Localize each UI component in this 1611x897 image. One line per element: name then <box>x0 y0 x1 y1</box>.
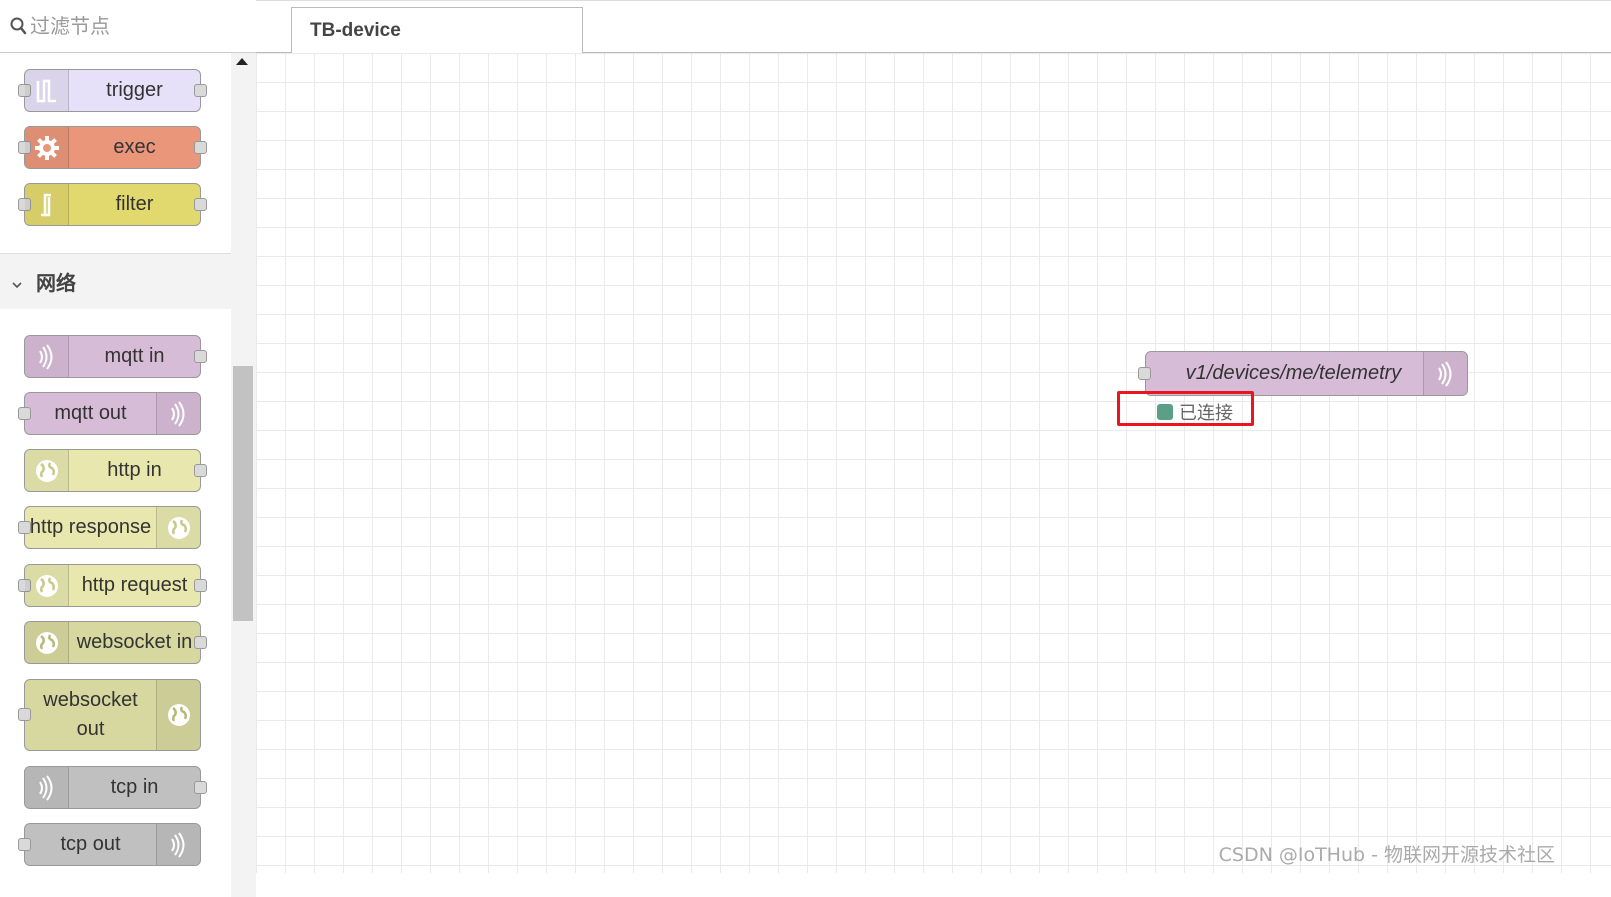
chevron-down-icon <box>12 277 22 288</box>
output-port <box>194 579 207 592</box>
output-port <box>194 636 207 649</box>
palette-node-http-response[interactable]: http response <box>18 506 201 549</box>
palette-node-http-in[interactable]: http in <box>24 449 207 492</box>
node-label-line: websocket <box>43 689 138 711</box>
output-port <box>194 350 207 363</box>
bridge-icon <box>156 393 200 434</box>
palette-node-http-request[interactable]: http request <box>18 564 207 607</box>
palette-node-exec[interactable]: exec <box>18 126 207 169</box>
globe-icon <box>156 507 200 548</box>
output-port <box>194 141 207 154</box>
node-label: http in <box>107 459 162 481</box>
output-port <box>194 84 207 97</box>
bridge-icon <box>156 824 200 865</box>
trigger-icon <box>25 70 69 111</box>
workspace-tab-bar: TB-device <box>256 0 1611 54</box>
palette-node-mqtt-in[interactable]: mqtt in <box>24 335 207 378</box>
search-icon <box>10 16 28 36</box>
palette-node-tcp-in[interactable]: tcp in <box>24 766 207 809</box>
palette-node-websocket-out[interactable]: websocket out <box>18 679 201 751</box>
palette-node-tcp-out[interactable]: tcp out <box>18 823 201 866</box>
bridge-icon <box>25 767 69 808</box>
node-label: exec <box>113 136 156 158</box>
palette-node-websocket-in[interactable]: websocket in <box>24 621 207 664</box>
node-label: http response <box>29 516 152 538</box>
globe-icon <box>156 680 200 750</box>
flow-node-label: v1/devices/me/telemetry <box>1185 362 1402 384</box>
node-label: websocket in <box>76 631 193 653</box>
palette-node-list: trigger exec filter mqtt in mqtt out htt… <box>0 53 256 897</box>
globe-icon <box>25 622 69 663</box>
output-port <box>194 781 207 794</box>
globe-icon <box>25 565 69 606</box>
bridge-icon <box>1423 352 1467 395</box>
node-label: http request <box>81 574 188 596</box>
node-label: tcp in <box>110 776 159 798</box>
node-palette: trigger exec filter mqtt <box>0 0 256 897</box>
node-label: mqtt in <box>104 345 165 367</box>
node-label: trigger <box>106 79 163 101</box>
globe-icon <box>25 450 69 491</box>
node-label: mqtt out <box>54 402 127 424</box>
cog-icon <box>25 127 69 168</box>
filter-nodes-input[interactable] <box>30 14 230 38</box>
palette-node-mqtt-out[interactable]: mqtt out <box>18 392 201 435</box>
palette-node-trigger[interactable]: trigger <box>18 69 207 112</box>
watermark: CSDN @IoTHub - 物联网开源技术社区 <box>1218 844 1555 866</box>
flow-canvas[interactable]: v1/devices/me/telemetry 已连接 <box>256 53 1611 873</box>
filter-icon <box>25 184 69 225</box>
flow-node-mqtt-out[interactable]: v1/devices/me/telemetry <box>1138 351 1468 396</box>
node-label: tcp out <box>60 833 121 855</box>
node-label: filter <box>115 193 154 215</box>
node-label: websocket out <box>25 680 156 750</box>
scroll-up-arrow-icon[interactable] <box>236 58 248 65</box>
tab-label: TB-device <box>310 19 401 41</box>
output-port <box>194 464 207 477</box>
bridge-icon <box>25 336 69 377</box>
highlight-box <box>1117 391 1254 426</box>
palette-node-filter[interactable]: filter <box>18 183 207 226</box>
category-header-network[interactable]: 网络 <box>0 253 231 309</box>
output-port <box>194 198 207 211</box>
node-label-line: out <box>76 718 105 740</box>
palette-filter <box>0 0 256 53</box>
scrollbar-thumb[interactable] <box>233 366 253 621</box>
category-label: 网络 <box>36 271 76 295</box>
tab-tb-device[interactable]: TB-device <box>291 7 583 54</box>
